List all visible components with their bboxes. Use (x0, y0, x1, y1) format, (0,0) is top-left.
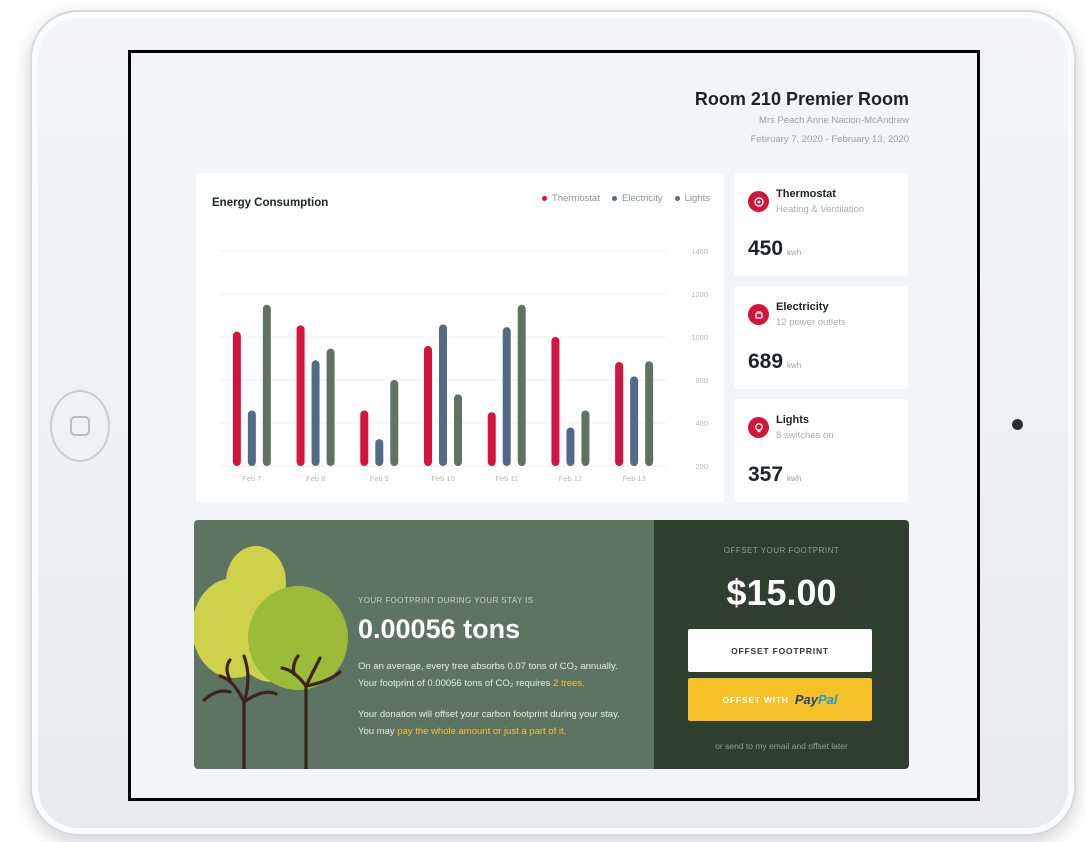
footprint-panel: YOUR FOOTPRINT DURING YOUR STAY IS 0.000… (194, 520, 654, 769)
stat-value: 450 kwh (748, 237, 802, 260)
footprint-donation-text: Your donation will offset your carbon fo… (358, 709, 620, 737)
paypal-logo-icon: PayPal (794, 692, 838, 707)
footprint-value: 0.00056 tons (358, 614, 521, 644)
bar-electricity-feb-7 (247, 410, 256, 466)
stat-value: 357 kwh (748, 463, 802, 486)
camera-icon (1012, 419, 1023, 430)
energy-bar-chart: 1400 1200 1000 800 400 200 Feb 7 Feb 8 Feb 9 Feb … (220, 247, 708, 483)
y-tick-label: 1400 (691, 247, 708, 256)
trees-link[interactable]: 2 trees. (553, 678, 585, 689)
stat-card-electricity[interactable]: Electricity 12 power outlets 689 kwh (734, 286, 908, 389)
bar-lights-feb-7 (262, 304, 271, 466)
bar-lights-feb-13 (645, 361, 654, 466)
tablet-screen: Room 210 Premier Room Mrs Peach Anne Nac… (128, 50, 980, 801)
bar-thermostat-feb-12 (551, 337, 560, 466)
offset-label: OFFSET YOUR FOOTPRINT (723, 546, 840, 555)
offset-panel: OFFSET YOUR FOOTPRINT $15.00 OFFSET FOOT… (654, 520, 909, 769)
energy-chart-card: Energy Consumption Thermostat Electricit… (196, 173, 724, 503)
bar-thermostat-feb-7 (232, 331, 241, 466)
stat-name: Thermostat (776, 188, 836, 200)
bar-electricity-feb-13 (630, 376, 639, 466)
offset-with-paypal-button[interactable]: OFFSET WITH PayPal (688, 678, 872, 721)
bar-thermostat-feb-13 (615, 362, 624, 466)
y-tick-label: 1200 (691, 290, 708, 299)
y-tick-label: 200 (695, 462, 708, 471)
bar-electricity-feb-12 (566, 427, 575, 466)
stat-name: Lights (776, 414, 809, 426)
x-tick-label: Feb 7 (242, 474, 261, 483)
bar-thermostat-feb-8 (296, 325, 305, 466)
bar-thermostat-feb-11 (487, 412, 496, 466)
stat-card-thermostat[interactable]: Thermostat Heating & Ventilation 450 kwh (734, 173, 908, 276)
room-title: Room 210 Premier Room (694, 89, 909, 109)
bar-electricity-feb-10 (439, 324, 447, 466)
trees-illustration (194, 546, 348, 769)
x-tick-label: Feb 9 (370, 474, 389, 483)
x-tick-label: Feb 12 (559, 474, 582, 483)
email-offset-later-link[interactable]: or send to my email and offset later (654, 741, 909, 751)
bar-electricity-feb-11 (502, 327, 511, 466)
stat-sub: 8 switches on (776, 430, 834, 441)
x-tick-label: Feb 10 (431, 474, 454, 483)
bar-lights-feb-9 (390, 380, 399, 466)
partial-payment-link[interactable]: pay the whole amount or just a part of i… (397, 726, 566, 737)
bulb-icon (748, 417, 769, 438)
stat-value: 689 kwh (748, 350, 802, 373)
x-tick-label: Feb 11 (495, 474, 518, 483)
y-tick-label: 1000 (691, 333, 708, 342)
bar-thermostat-feb-10 (424, 345, 432, 466)
dashboard: Room 210 Premier Room Mrs Peach Anne Nac… (131, 53, 977, 798)
bar-lights-feb-12 (581, 410, 590, 466)
paypal-button-label: OFFSET WITH (722, 694, 789, 705)
bar-thermostat-feb-9 (360, 410, 369, 466)
stay-dates: February 7, 2020 - February 13, 2020 (750, 134, 909, 145)
bar-lights-feb-10 (454, 394, 462, 466)
guest-name: Mrs Peach Anne Nacion-McAndrew (759, 115, 909, 126)
home-button[interactable] (50, 390, 110, 462)
bar-lights-feb-11 (517, 304, 526, 466)
stat-name: Electricity (776, 301, 829, 313)
x-tick-label: Feb 8 (306, 474, 325, 483)
plug-icon (748, 304, 769, 325)
y-tick-label: 400 (695, 419, 708, 428)
stat-card-lights[interactable]: Lights 8 switches on 357 kwh (734, 399, 908, 502)
thermostat-icon (748, 191, 769, 212)
footprint-tree-text: On an average, every tree absorbs 0.07 t… (358, 661, 618, 689)
bar-electricity-feb-8 (311, 360, 320, 466)
y-tick-label: 800 (695, 376, 708, 385)
bar-electricity-feb-9 (375, 439, 384, 466)
stat-sub: Heating & Ventilation (776, 204, 865, 215)
home-square-icon (70, 416, 90, 436)
offset-footprint-button[interactable]: OFFSET FOOTPRINT (688, 629, 872, 672)
x-tick-label: Feb 13 (622, 474, 645, 483)
bar-lights-feb-8 (326, 348, 335, 466)
footprint-label: YOUR FOOTPRINT DURING YOUR STAY IS (358, 596, 534, 605)
offset-price: $15.00 (726, 572, 837, 613)
stat-sub: 12 power outlets (776, 317, 846, 328)
